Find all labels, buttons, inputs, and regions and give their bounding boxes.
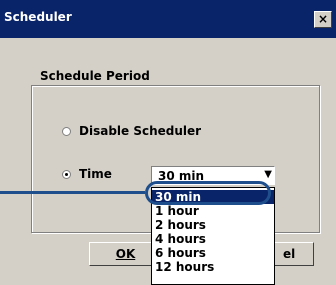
callout-line: [0, 191, 145, 194]
close-button[interactable]: ×: [314, 11, 332, 28]
dropdown-option[interactable]: 4 hours: [152, 232, 274, 246]
close-icon: ×: [317, 12, 329, 26]
disable-scheduler-option[interactable]: Disable Scheduler: [62, 124, 201, 138]
dropdown-option[interactable]: 6 hours: [152, 246, 274, 260]
title-bar[interactable]: Scheduler ×: [0, 0, 336, 38]
schedule-period-label: Schedule Period: [38, 69, 152, 83]
chevron-down-icon[interactable]: ▼: [264, 169, 272, 180]
cancel-button-label: el: [283, 247, 296, 261]
dropdown-option[interactable]: 12 hours: [152, 260, 274, 274]
dropdown-option[interactable]: 1 hour: [152, 204, 274, 218]
cancel-button[interactable]: el: [272, 242, 314, 266]
time-option[interactable]: Time: [62, 167, 112, 181]
disable-scheduler-label: Disable Scheduler: [79, 124, 202, 138]
dropdown-option[interactable]: 2 hours: [152, 218, 274, 232]
callout-highlight: [145, 181, 271, 205]
window-title: Scheduler: [4, 10, 72, 24]
ok-button-label: OK: [115, 247, 136, 261]
time-label: Time: [79, 167, 112, 181]
scheduler-dialog: Scheduler × Schedule Period Disable Sche…: [0, 0, 336, 285]
disable-scheduler-radio[interactable]: [62, 126, 71, 136]
time-radio[interactable]: [62, 169, 71, 179]
